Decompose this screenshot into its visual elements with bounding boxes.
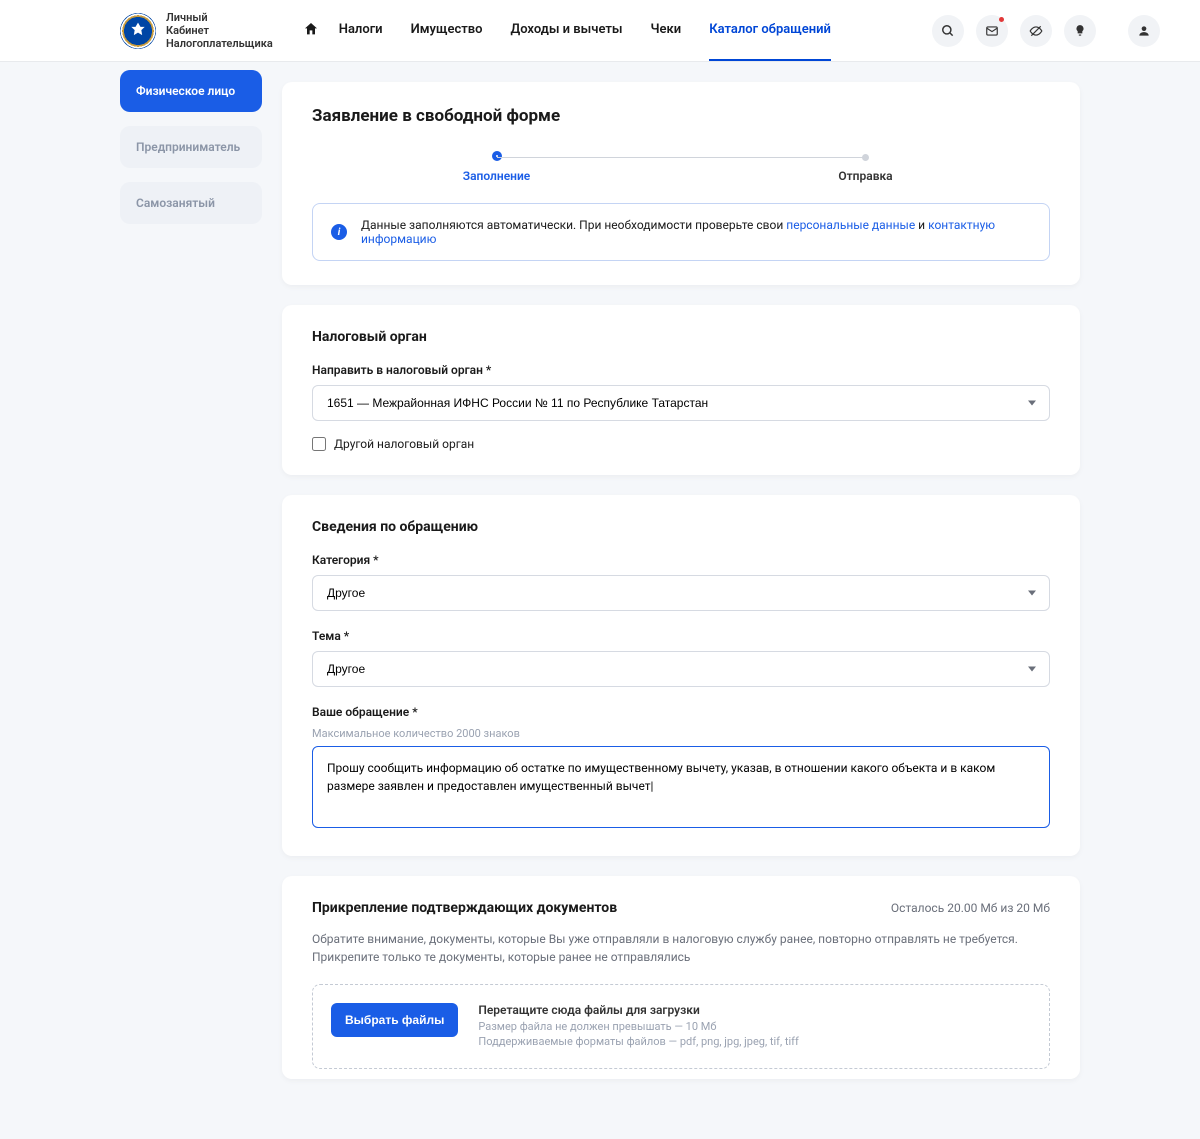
dropzone-text: Перетащите сюда файлы для загрузки Разме… [478,1003,798,1050]
logo-text: Личный Кабинет Налогоплательщика [166,11,273,51]
header-actions [932,15,1160,47]
org-card: Налоговый орган Направить в налоговый ор… [282,305,1080,475]
attach-section-title: Прикрепление подтверждающих документов [312,900,617,916]
step-send: Отправка [681,150,1050,183]
mail-icon[interactable] [976,15,1008,47]
org-label: Направить в налоговый орган * [312,363,1050,377]
info-icon: i [331,224,347,240]
details-section-title: Сведения по обращению [312,519,1050,535]
other-org-input[interactable] [312,437,326,451]
other-org-checkbox[interactable]: Другой налоговый орган [312,437,1050,451]
details-card: Сведения по обращению Категория * Тема *… [282,495,1080,856]
sidebar-entrepreneur[interactable]: Предприниматель [120,126,262,168]
nav-income[interactable]: Доходы и вычеты [511,0,623,61]
dropzone[interactable]: Выбрать файлы Перетащите сюда файлы для … [312,984,1050,1069]
choose-files-button[interactable]: Выбрать файлы [331,1003,458,1037]
header: Личный Кабинет Налогоплательщика Налоги … [0,0,1200,62]
org-select[interactable] [312,385,1050,421]
nav-property[interactable]: Имущество [411,0,483,61]
sidebar-individual[interactable]: Физическое лицо [120,70,262,112]
topic-label: Тема * [312,629,1050,643]
message-label: Ваше обращение * [312,705,1050,719]
info-banner: i Данные заполняются автоматически. При … [312,203,1050,261]
category-label: Категория * [312,553,1050,567]
attach-note: Обратите внимание, документы, которые Вы… [312,930,1050,966]
topic-select[interactable] [312,651,1050,687]
step-fill: Заполнение [312,151,681,183]
sidebar: Физическое лицо Предприниматель Самозаня… [120,70,262,1099]
home-icon[interactable] [303,21,319,41]
emblem-icon [120,13,156,49]
logo[interactable]: Личный Кабинет Налогоплательщика [120,11,273,51]
sidebar-selfemployed[interactable]: Самозанятый [120,182,262,224]
message-hint: Максимальное количество 2000 знаков [312,727,1050,740]
attach-remaining: Осталось 20.00 Мб из 20 Мб [891,901,1050,915]
bulb-icon[interactable] [1064,15,1096,47]
nav-catalog[interactable]: Каталог обращений [709,0,831,61]
title-card: Заявление в свободной форме Заполнение О… [282,82,1080,285]
search-icon[interactable] [932,15,964,47]
nav-taxes[interactable]: Налоги [339,0,383,61]
nav-checks[interactable]: Чеки [651,0,682,61]
main-content: Заявление в свободной форме Заполнение О… [282,82,1080,1099]
stepper: Заполнение Отправка [312,150,1050,183]
personal-data-link[interactable]: персональные данные [786,218,915,232]
main-nav: Налоги Имущество Доходы и вычеты Чеки Ка… [339,0,932,61]
org-section-title: Налоговый орган [312,329,1050,345]
user-icon[interactable] [1128,15,1160,47]
category-select[interactable] [312,575,1050,611]
message-textarea[interactable]: Прошу сообщить информацию об остатке по … [312,746,1050,828]
info-text: Данные заполняются автоматически. При не… [361,218,1031,246]
eye-off-icon[interactable] [1020,15,1052,47]
page-title: Заявление в свободной форме [312,106,1050,126]
attach-card: Прикрепление подтверждающих документов О… [282,876,1080,1079]
